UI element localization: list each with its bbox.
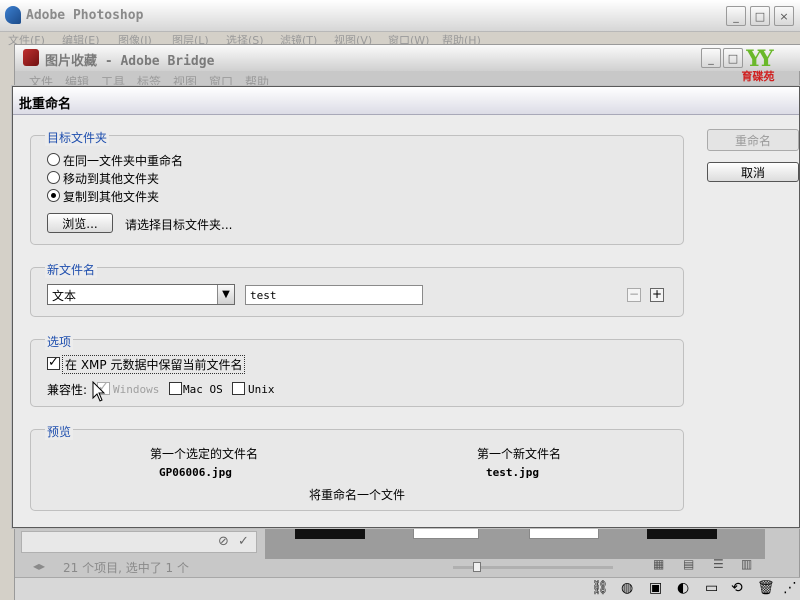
nav-arrows-icon[interactable]: ◂▸ — [33, 559, 45, 573]
compat-macos-label[interactable]: Mac OS — [183, 383, 223, 396]
bridge-thumbnail-strip — [265, 525, 765, 559]
filename-type-select[interactable]: 文本 ▼ — [47, 284, 235, 305]
watermark-logo: YY 育碟苑 — [726, 48, 790, 84]
photoshop-logo-icon — [5, 6, 21, 24]
link-icon[interactable]: ⛓ — [591, 580, 609, 596]
versions-view-icon[interactable]: ▥ — [741, 557, 752, 571]
resize-grip-icon[interactable]: ⋰ — [783, 580, 797, 596]
radio-same-folder[interactable] — [47, 153, 60, 166]
first-selected-value: GP06006.jpg — [159, 466, 232, 479]
bridge-status-bar: ◂▸ 21 个项目, 选中了 1 个 ▦ ▤ ☰ ▥ — [23, 557, 800, 577]
cancel-button[interactable]: 取消 — [707, 162, 799, 182]
radio-copy-folder-label[interactable]: 复制到其他文件夹 — [63, 188, 159, 205]
delete-icon[interactable]: 🗑 — [757, 580, 775, 596]
radio-move-folder[interactable] — [47, 171, 60, 184]
dialog-title-bar: 批重命名 — [13, 87, 799, 115]
bridge-left-panel-footer: ⊘ ✓ — [21, 531, 257, 553]
compat-unix-label[interactable]: Unix — [248, 383, 275, 396]
cancel-circle-icon[interactable]: ⊘ — [218, 534, 229, 549]
bridge-minimize-button[interactable]: _ — [701, 48, 721, 68]
slider-handle[interactable] — [473, 562, 481, 572]
camera-raw-icon[interactable]: ▣ — [649, 580, 662, 596]
filename-text-input[interactable]: test — [245, 285, 423, 305]
details-view-icon[interactable]: ☰ — [713, 557, 724, 571]
rotate-icon[interactable]: ◐ — [677, 580, 689, 596]
photoshop-close-button[interactable]: × — [774, 6, 794, 26]
new-folder-icon[interactable]: ▭ — [705, 580, 718, 596]
compat-windows-label: Windows — [113, 383, 160, 396]
refresh-icon[interactable]: ⟲ — [731, 580, 743, 596]
filmstrip-view-icon[interactable]: ▤ — [683, 557, 694, 571]
preview-label: 预览 — [45, 423, 74, 440]
browse-button[interactable]: 浏览... — [47, 213, 113, 233]
mouse-pointer-icon — [92, 381, 106, 402]
rename-button[interactable]: 重命名 — [707, 129, 799, 151]
options-label: 选项 — [45, 333, 74, 350]
new-filename-label: 新文件名 — [45, 261, 98, 278]
remove-field-button[interactable]: − — [627, 288, 641, 302]
radio-copy-folder[interactable] — [47, 189, 60, 202]
target-folder-label: 目标文件夹 — [45, 129, 110, 146]
watermark-text: 育碟苑 — [741, 70, 775, 83]
dialog-title: 批重命名 — [19, 97, 72, 112]
photoshop-minimize-button[interactable]: _ — [726, 6, 746, 26]
rename-summary: 将重命名一个文件 — [309, 488, 406, 502]
photoshop-title-bar: Adobe Photoshop _ □ × — [0, 0, 800, 32]
grid-view-icon[interactable]: ▦ — [653, 557, 664, 571]
apply-check-icon[interactable]: ✓ — [238, 534, 249, 549]
bridge-title: 图片收藏 - Adobe Bridge — [45, 54, 215, 69]
add-field-button[interactable]: + — [650, 288, 664, 302]
first-selected-header: 第一个选定的文件名 — [150, 447, 259, 461]
keep-xmp-checkbox[interactable] — [47, 355, 60, 370]
bridge-title-bar: 图片收藏 - Adobe Bridge _ □ — [15, 45, 800, 71]
photoshop-maximize-button[interactable]: □ — [750, 6, 770, 26]
bridge-bottom-toolbar: ⛓ ◍ ▣ ◐ ▭ ⟲ 🗑 ⋰ — [15, 577, 800, 600]
compat-macos-checkbox[interactable] — [169, 382, 182, 395]
first-new-value: test.jpg — [486, 466, 539, 479]
first-new-header: 第一个新文件名 — [477, 447, 562, 461]
batch-rename-dialog: 批重命名 重命名 取消 目标文件夹 在同一文件夹中重命名 移动到其他文件夹 复制… — [12, 86, 800, 528]
compat-unix-checkbox[interactable] — [232, 382, 245, 395]
photoshop-icon[interactable]: ◍ — [621, 580, 633, 596]
filename-type-value: 文本 — [52, 289, 77, 303]
photoshop-title: Adobe Photoshop — [26, 8, 144, 23]
target-folder-hint: 请选择目标文件夹... — [125, 218, 233, 232]
compat-label: 兼容性: — [47, 383, 88, 397]
keep-xmp-label[interactable]: 在 XMP 元数据中保留当前文件名 — [62, 355, 246, 374]
chevron-down-icon[interactable]: ▼ — [217, 285, 234, 304]
radio-same-folder-label[interactable]: 在同一文件夹中重命名 — [63, 152, 183, 169]
bridge-logo-icon — [23, 49, 39, 66]
radio-move-folder-label[interactable]: 移动到其他文件夹 — [63, 170, 159, 187]
status-text: 21 个项目, 选中了 1 个 — [63, 561, 189, 575]
